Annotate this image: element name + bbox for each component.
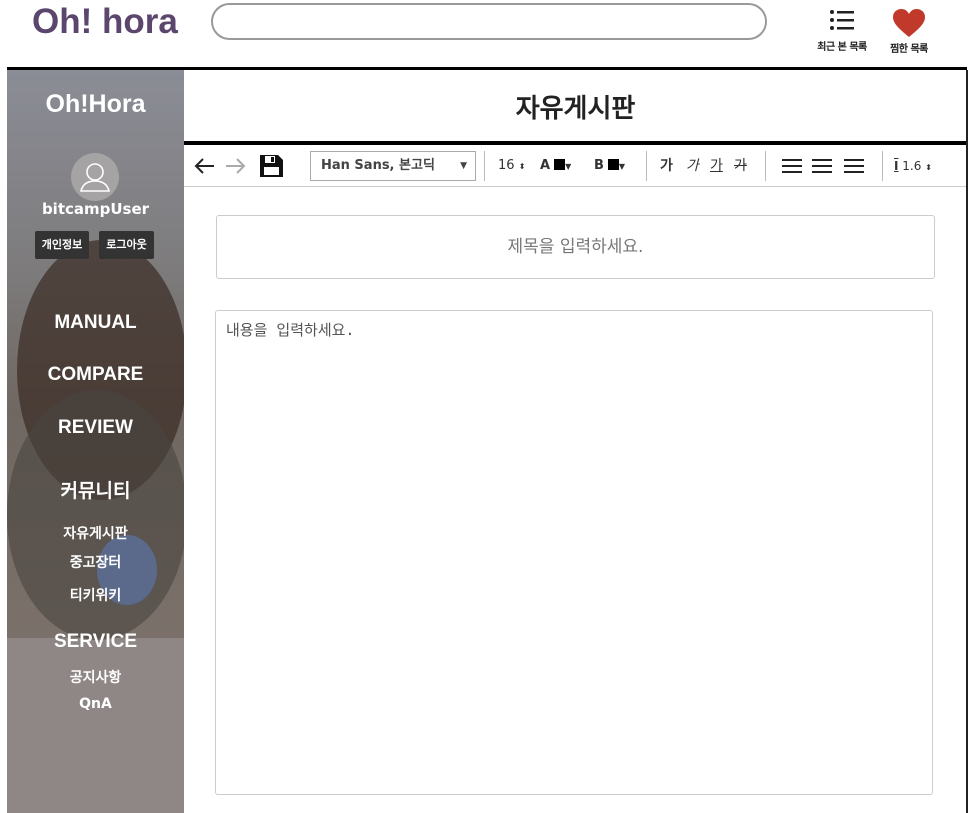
redo-arrow-icon[interactable]: [224, 157, 246, 175]
stepper-arrows-icon: ⬍: [925, 163, 932, 172]
toolbar-separator: [765, 151, 766, 181]
post-content-textarea[interactable]: 내용을 입력하세요.: [215, 310, 933, 795]
nav-tiki-wiki[interactable]: 티키위키: [7, 585, 184, 605]
text-color-label: A: [540, 158, 551, 173]
text-color-swatch: [554, 159, 566, 170]
align-right-icon[interactable]: [843, 158, 865, 174]
caret-down-icon: ▼: [618, 162, 626, 171]
liked-list-button[interactable]: 찜한 목록: [874, 8, 944, 55]
save-icon[interactable]: [259, 154, 284, 178]
caret-down-icon: ▼: [565, 162, 572, 171]
editor-toolbar: Han Sans, 본고딕 ▼ 16 ⬍ A ▼ B ▼ 가 가 가 가 I 1.6…: [184, 145, 967, 187]
list-icon: [830, 10, 854, 30]
line-height-stepper[interactable]: I 1.6 ⬍: [894, 145, 932, 187]
nav-free-board[interactable]: 자유게시판: [7, 523, 184, 543]
search-input[interactable]: [211, 3, 767, 40]
line-height-icon: I: [894, 159, 899, 173]
stepper-arrows-icon: ⬍: [518, 162, 526, 171]
nav-used-market[interactable]: 중고장터: [7, 552, 184, 572]
username: bitcampUser: [41, 200, 150, 218]
undo-arrow-icon[interactable]: [194, 157, 216, 175]
profile-button[interactable]: 개인정보: [35, 231, 89, 259]
nav-manual[interactable]: MANUAL: [7, 312, 184, 334]
page-title: 자유게시판: [515, 94, 636, 124]
align-left-icon[interactable]: [781, 158, 803, 174]
logout-button[interactable]: 로그아웃: [99, 231, 154, 259]
nav-compare[interactable]: COMPARE: [7, 364, 184, 386]
background-color-button[interactable]: B ▼: [594, 145, 625, 187]
chevron-down-icon: ▼: [460, 161, 467, 171]
nav-notice[interactable]: 공지사항: [7, 667, 184, 687]
liked-list-label: 찜한 목록: [890, 44, 928, 55]
line-height-value: 1.6: [902, 159, 922, 173]
user-icon: [79, 163, 111, 192]
avatar: [71, 153, 119, 201]
nav-qna[interactable]: QnA: [7, 696, 184, 712]
font-family-select[interactable]: Han Sans, 본고딕 ▼: [310, 151, 476, 181]
toolbar-separator: [484, 151, 485, 181]
recent-list-label: 최근 본 목록: [817, 42, 867, 53]
font-size-value: 16: [498, 158, 515, 173]
nav-community[interactable]: 커뮤니티: [7, 476, 184, 503]
background-color-swatch: [607, 159, 619, 170]
post-title-input[interactable]: 제목을 입력하세요.: [216, 215, 935, 279]
sidebar: Oh!Hora bitcampUser 개인정보 로그아웃 MANUAL COM…: [7, 70, 184, 813]
nav-review[interactable]: REVIEW: [7, 417, 184, 439]
italic-button[interactable]: 가: [686, 145, 699, 187]
heart-icon: [893, 9, 925, 37]
page-right-border: [966, 70, 968, 813]
toolbar-separator: [646, 151, 647, 181]
strikethrough-button[interactable]: 가: [734, 145, 747, 187]
sidebar-brand[interactable]: Oh!Hora: [7, 90, 184, 119]
site-logo[interactable]: Oh! hora: [32, 0, 178, 44]
toolbar-separator: [882, 151, 883, 181]
underline-button[interactable]: 가: [710, 145, 723, 187]
background-color-label: B: [594, 158, 604, 173]
font-family-value: Han Sans, 본고딕: [321, 158, 435, 173]
text-color-button[interactable]: A ▼: [540, 145, 571, 187]
nav-service[interactable]: SERVICE: [7, 631, 184, 653]
align-center-icon[interactable]: [811, 158, 833, 174]
bold-button[interactable]: 가: [660, 145, 673, 187]
font-size-stepper[interactable]: 16 ⬍: [498, 145, 525, 187]
recent-list-button[interactable]: 최근 본 목록: [807, 8, 877, 53]
